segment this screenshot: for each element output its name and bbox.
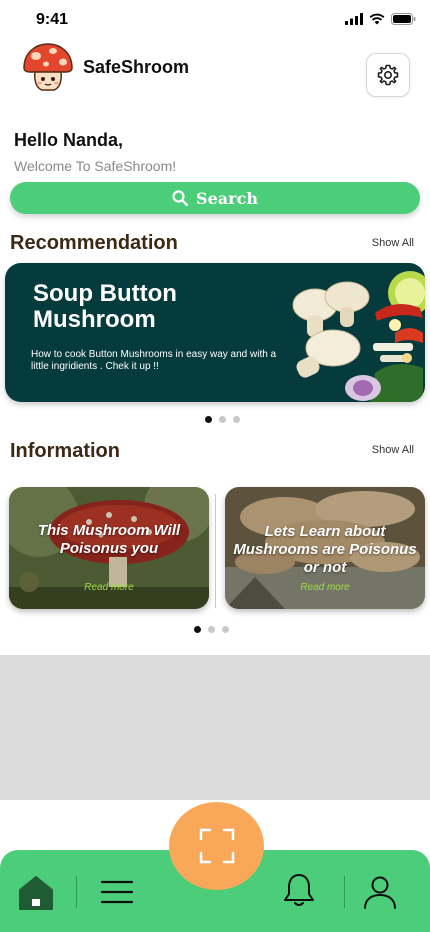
status-time: 9:41 bbox=[36, 11, 69, 28]
user-icon bbox=[364, 876, 396, 909]
scan-icon bbox=[199, 828, 234, 864]
info-card-title: This Mushroom Will Poisonus you bbox=[37, 522, 181, 557]
button-mushroom-image bbox=[292, 271, 425, 402]
carousel-dot[interactable] bbox=[222, 626, 229, 633]
home-icon bbox=[19, 876, 53, 910]
info-card[interactable]: This Mushroom Will Poisonus you Read mor… bbox=[9, 487, 209, 609]
carousel-dot[interactable] bbox=[194, 626, 201, 633]
recommendation-title: Recommendation bbox=[10, 232, 178, 254]
nav-separator bbox=[76, 876, 77, 908]
nav-separator bbox=[344, 876, 345, 908]
bottom-nav bbox=[0, 800, 430, 932]
recommendation-carousel-dots bbox=[205, 416, 240, 423]
mushroom-logo-icon bbox=[23, 43, 73, 91]
info-card[interactable]: Lets Learn about Mushrooms are Poisonus … bbox=[225, 487, 425, 609]
bell-icon bbox=[284, 874, 314, 906]
search-button[interactable]: Search bbox=[10, 182, 420, 214]
nav-home[interactable] bbox=[16, 872, 56, 912]
status-bar: 9:41 bbox=[0, 0, 430, 40]
nav-profile[interactable] bbox=[360, 872, 400, 912]
empty-content-area bbox=[0, 655, 430, 800]
card-divider bbox=[215, 494, 216, 608]
app-header: SafeShroom bbox=[0, 40, 430, 110]
search-label: Search bbox=[196, 188, 258, 208]
carousel-dot[interactable] bbox=[233, 416, 240, 423]
app-name: SafeShroom bbox=[83, 57, 190, 77]
battery-icon bbox=[391, 13, 416, 25]
gear-icon bbox=[377, 64, 399, 86]
signal-icon bbox=[345, 13, 363, 25]
welcome-subtitle: Welcome To SafeShroom! bbox=[14, 158, 177, 174]
recommendation-card-title: Soup Button Mushroom bbox=[33, 280, 177, 333]
nav-menu[interactable] bbox=[96, 872, 138, 912]
scan-button[interactable] bbox=[169, 802, 264, 890]
recommendation-show-all[interactable]: Show All bbox=[372, 237, 414, 249]
information-title: Information bbox=[10, 440, 120, 462]
nav-notifications[interactable] bbox=[279, 870, 319, 910]
information-show-all[interactable]: Show All bbox=[372, 444, 414, 456]
information-carousel-dots bbox=[194, 626, 229, 633]
settings-button[interactable] bbox=[366, 53, 410, 97]
carousel-dot[interactable] bbox=[208, 626, 215, 633]
recommendation-card[interactable]: Soup Button Mushroom How to cook Button … bbox=[5, 263, 425, 402]
menu-icon bbox=[100, 880, 134, 904]
carousel-dot[interactable] bbox=[205, 416, 212, 423]
carousel-dot[interactable] bbox=[219, 416, 226, 423]
info-card-title: Lets Learn about Mushrooms are Poisonus … bbox=[233, 523, 417, 576]
greeting-title: Hello Nanda, bbox=[14, 130, 124, 150]
search-icon bbox=[172, 190, 189, 206]
status-icons bbox=[345, 13, 416, 25]
read-more-link[interactable]: Read more bbox=[225, 582, 425, 593]
read-more-link[interactable]: Read more bbox=[9, 582, 209, 593]
wifi-icon bbox=[369, 13, 385, 25]
